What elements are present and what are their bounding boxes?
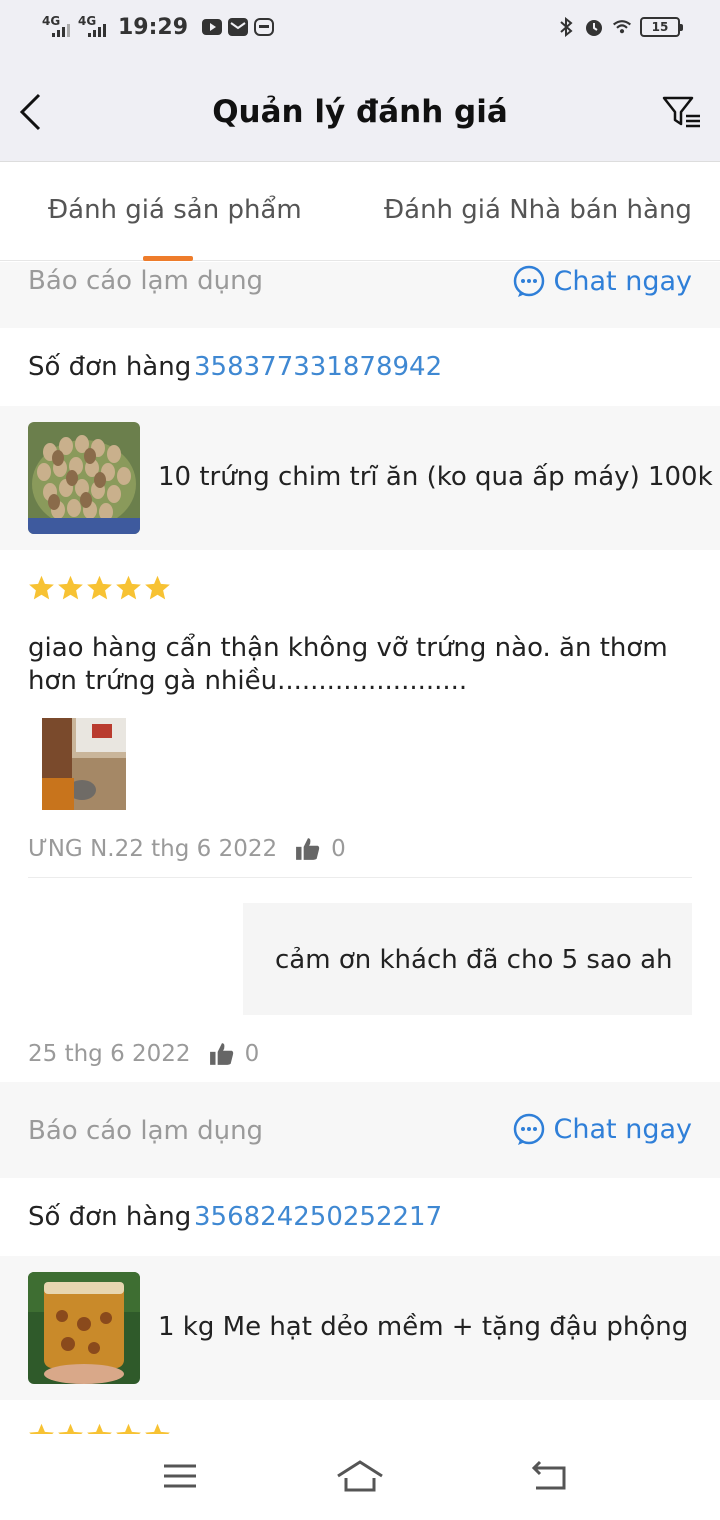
star-icon bbox=[58, 575, 83, 600]
star-icon bbox=[29, 575, 54, 600]
zalo-icon bbox=[254, 18, 275, 36]
battery-icon: 15 bbox=[640, 17, 683, 37]
star-icon bbox=[29, 1423, 54, 1434]
star-rating bbox=[28, 574, 171, 601]
wifi-icon bbox=[612, 18, 632, 36]
page-title: Quản lý đánh giá bbox=[212, 94, 508, 130]
report-abuse-link[interactable]: Báo cáo lạm dụng bbox=[28, 1116, 263, 1146]
status-bar: 4G 4G 19:29 15 bbox=[0, 0, 720, 62]
star-icon bbox=[145, 575, 170, 600]
product-thumbnail bbox=[28, 422, 140, 534]
signal-2-icon: 4G bbox=[78, 14, 108, 40]
active-tab-indicator bbox=[143, 256, 193, 261]
youtube-icon bbox=[202, 18, 223, 36]
bluetooth-icon bbox=[556, 17, 576, 37]
order-label: Số đơn hàng bbox=[28, 1202, 192, 1232]
signal-1-icon: 4G bbox=[42, 14, 72, 40]
filter-button[interactable] bbox=[660, 90, 704, 134]
alarm-icon bbox=[584, 18, 604, 36]
app-header: Quản lý đánh giá bbox=[0, 62, 720, 162]
tab-seller-reviews[interactable]: Đánh giá Nhà bán hàng bbox=[384, 195, 692, 225]
status-time: 19:29 bbox=[118, 14, 189, 40]
like-count: 0 bbox=[331, 836, 346, 862]
reply-meta: 25 thg 6 2022 0 bbox=[28, 1041, 259, 1067]
order-label: Số đơn hàng bbox=[28, 352, 192, 382]
product-row[interactable]: 1 kg Me hạt dẻo mềm + tặng đậu phộng bbox=[0, 1256, 720, 1400]
report-abuse-link[interactable]: Báo cáo lạm dụng bbox=[28, 266, 263, 296]
chat-bubble-icon bbox=[513, 265, 544, 297]
thumbs-up-icon[interactable] bbox=[295, 836, 321, 862]
star-rating bbox=[28, 1422, 171, 1434]
product-row[interactable]: 10 trứng chim trĩ ăn (ko qua ấp máy) 100… bbox=[0, 406, 720, 550]
system-nav-bar bbox=[0, 1434, 720, 1520]
reply-date: 25 thg 6 2022 bbox=[28, 1041, 191, 1067]
filter-icon bbox=[662, 96, 700, 128]
chat-now-button[interactable]: Chat ngay bbox=[512, 1112, 692, 1146]
star-icon bbox=[116, 1423, 141, 1434]
mail-icon bbox=[228, 18, 249, 36]
order-row: Số đơn hàng 358377331878942 bbox=[0, 328, 720, 406]
order-number-link[interactable]: 356824250252217 bbox=[194, 1202, 442, 1232]
review-meta: ƯNG N.22 thg 6 2022 0 bbox=[28, 836, 346, 862]
back-nav-button[interactable] bbox=[524, 1456, 572, 1496]
star-icon bbox=[87, 575, 112, 600]
product-name: 1 kg Me hạt dẻo mềm + tặng đậu phộng bbox=[158, 1312, 689, 1342]
star-icon bbox=[87, 1423, 112, 1434]
reply-text: cảm ơn khách đã cho 5 sao ah bbox=[275, 945, 673, 975]
star-icon bbox=[116, 575, 141, 600]
menu-button[interactable] bbox=[156, 1456, 204, 1496]
reviewer-date: ƯNG N.22 thg 6 2022 bbox=[28, 836, 278, 862]
home-icon bbox=[337, 1460, 383, 1492]
divider bbox=[28, 877, 692, 878]
product-name: 10 trứng chim trĩ ăn (ko qua ấp máy) 100… bbox=[158, 462, 713, 492]
chat-now-button[interactable]: Chat ngay bbox=[512, 264, 692, 298]
star-icon bbox=[58, 1423, 83, 1434]
order-row: Số đơn hàng 356824250252217 bbox=[0, 1178, 720, 1256]
tab-product-reviews[interactable]: Đánh giá sản phẩm bbox=[48, 195, 302, 225]
star-icon bbox=[145, 1423, 170, 1434]
order-number-link[interactable]: 358377331878942 bbox=[194, 352, 442, 382]
reviews-list[interactable]: Báo cáo lạm dụng Chat ngay Số đơn hàng 3… bbox=[0, 262, 720, 1434]
reply-like-count: 0 bbox=[244, 1041, 260, 1067]
report-bar: Báo cáo lạm dụng Chat ngay bbox=[0, 262, 720, 328]
thumbs-up-icon[interactable] bbox=[209, 1041, 235, 1067]
product-thumbnail bbox=[28, 1272, 140, 1384]
report-bar: Báo cáo lạm dụng Chat ngay bbox=[0, 1082, 720, 1178]
chat-bubble-icon bbox=[513, 1113, 544, 1145]
tab-bar: Đánh giá sản phẩm Đánh giá Nhà bán hàng bbox=[0, 163, 720, 261]
home-button[interactable] bbox=[336, 1456, 384, 1496]
back-icon bbox=[531, 1460, 566, 1490]
seller-reply: cảm ơn khách đã cho 5 sao ah bbox=[243, 903, 692, 1015]
review-text: giao hàng cẩn thận không vỡ trứng nào. ă… bbox=[28, 633, 668, 696]
review-photo[interactable] bbox=[42, 718, 126, 810]
hamburger-icon bbox=[164, 1464, 196, 1488]
